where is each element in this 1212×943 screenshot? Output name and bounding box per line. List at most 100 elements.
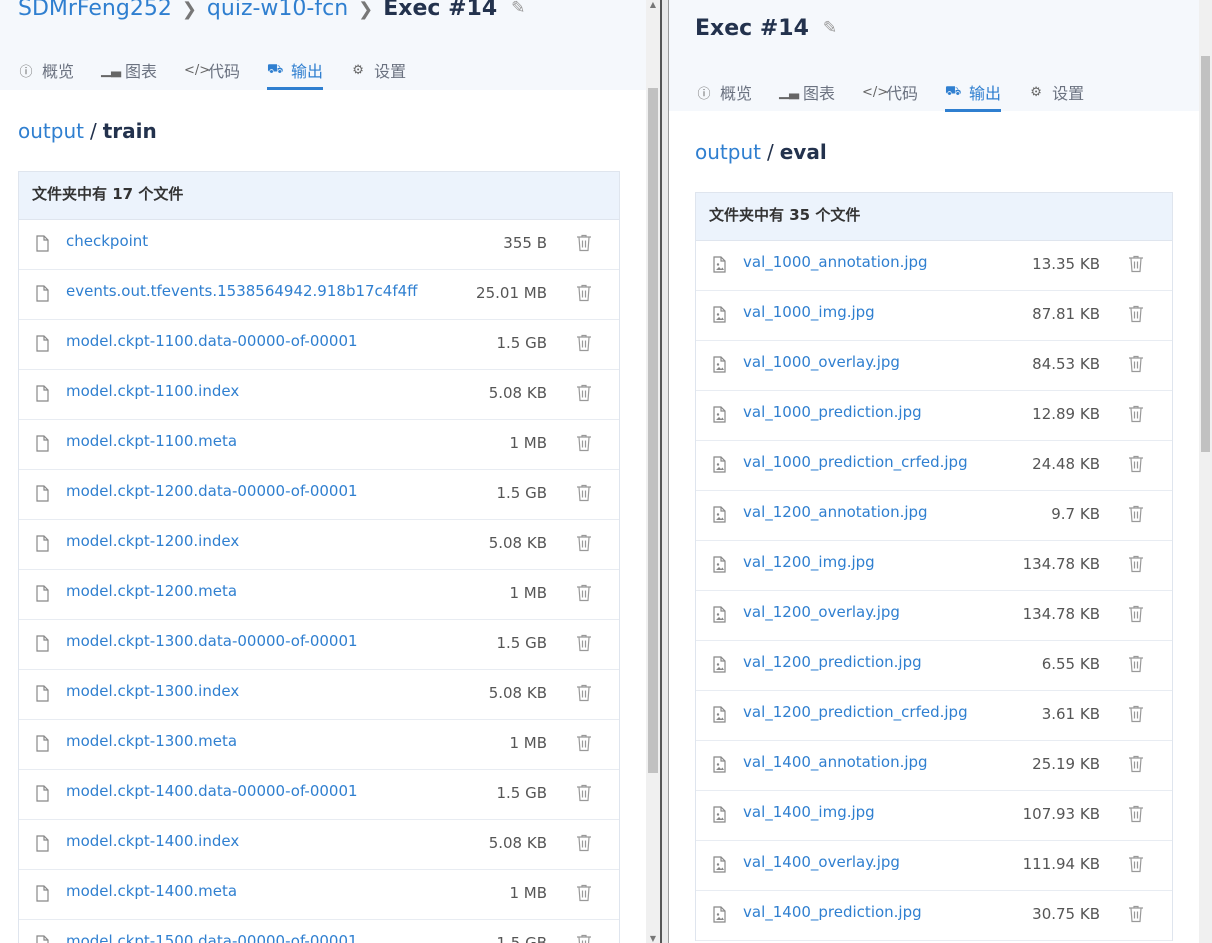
- tab-info[interactable]: ⓘ 概览: [696, 72, 752, 112]
- trash-icon[interactable]: [1128, 405, 1144, 423]
- file-row: model.ckpt-1200.meta 1 MB: [19, 570, 619, 620]
- trash-icon[interactable]: [576, 884, 592, 902]
- file-row: model.ckpt-1300.data-00000-of-00001 1.5 G…: [19, 620, 619, 670]
- tab-chart[interactable]: ▁▃ 图表: [779, 72, 835, 112]
- pencil-icon[interactable]: ✎: [823, 18, 837, 38]
- image-file-icon: [713, 306, 726, 323]
- trash-icon[interactable]: [576, 684, 592, 702]
- trash-icon[interactable]: [1128, 505, 1144, 523]
- trash-icon[interactable]: [576, 334, 592, 352]
- file-name-link[interactable]: val_1400_annotation.jpg: [743, 753, 928, 771]
- trash-icon[interactable]: [1128, 605, 1144, 623]
- file-name-link[interactable]: val_1000_overlay.jpg: [743, 353, 900, 371]
- file-name-link[interactable]: model.ckpt-1100.meta: [66, 432, 237, 450]
- trash-icon[interactable]: [576, 834, 592, 852]
- trash-icon[interactable]: [1128, 855, 1144, 873]
- scroll-down-arrow-icon[interactable]: ▼: [646, 934, 660, 943]
- right-scrollbar[interactable]: [1199, 0, 1212, 943]
- path-root-link[interactable]: output: [695, 140, 761, 164]
- path-current: train: [102, 119, 157, 143]
- file-name-link[interactable]: model.ckpt-1100.index: [66, 382, 239, 400]
- scroll-up-arrow-icon[interactable]: ▲: [646, 0, 660, 9]
- file-name-link[interactable]: val_1200_annotation.jpg: [743, 503, 928, 521]
- file-name-link[interactable]: model.ckpt-1300.index: [66, 682, 239, 700]
- tab-truck[interactable]: ⛟ 输出: [945, 72, 1002, 112]
- split-divider[interactable]: [660, 0, 669, 943]
- file-name-link[interactable]: val_1000_annotation.jpg: [743, 253, 928, 271]
- trash-icon[interactable]: [576, 734, 592, 752]
- file-name-link[interactable]: val_1200_prediction.jpg: [743, 653, 922, 671]
- file-row: val_1200_annotation.jpg 9.7 KB: [696, 491, 1172, 541]
- file-icon: [36, 685, 49, 702]
- trash-icon[interactable]: [1128, 255, 1144, 273]
- trash-icon[interactable]: [1128, 455, 1144, 473]
- trash-icon[interactable]: [576, 784, 592, 802]
- file-name-link[interactable]: val_1200_overlay.jpg: [743, 603, 900, 621]
- file-name-link[interactable]: val_1200_img.jpg: [743, 553, 875, 571]
- trash-icon[interactable]: [1128, 655, 1144, 673]
- file-row: val_1400_overlay.jpg 111.94 KB: [696, 841, 1172, 891]
- file-icon: [36, 535, 49, 552]
- trash-icon[interactable]: [576, 634, 592, 652]
- tab-code[interactable]: </> 代码: [862, 72, 918, 112]
- file-name-link[interactable]: val_1200_prediction_crfed.jpg: [743, 703, 968, 721]
- file-name-link[interactable]: events.out.tfevents.1538564942.918b17c4f…: [66, 282, 418, 300]
- trash-icon[interactable]: [576, 284, 592, 302]
- file-size: 1.5 GB: [496, 484, 547, 502]
- file-icon: [36, 485, 49, 502]
- image-file-icon: [713, 556, 726, 573]
- file-name-link[interactable]: model.ckpt-1200.index: [66, 532, 239, 550]
- pencil-icon[interactable]: ✎: [511, 0, 525, 18]
- file-name-link[interactable]: model.ckpt-1300.data-00000-of-00001: [66, 632, 358, 650]
- file-row: val_1000_prediction.jpg 12.89 KB: [696, 391, 1172, 441]
- path-root-link[interactable]: output: [18, 119, 84, 143]
- trash-icon[interactable]: [576, 584, 592, 602]
- scrollbar-thumb[interactable]: [1201, 56, 1210, 452]
- tab-gear[interactable]: ⚙ 设置: [350, 50, 406, 90]
- code-icon: </>: [862, 84, 889, 100]
- file-name-link[interactable]: val_1000_img.jpg: [743, 303, 875, 321]
- file-name-link[interactable]: model.ckpt-1400.data-00000-of-00001: [66, 782, 358, 800]
- trash-icon[interactable]: [576, 484, 592, 502]
- file-name-link[interactable]: model.ckpt-1200.data-00000-of-00001: [66, 482, 358, 500]
- file-size: 5.08 KB: [488, 534, 547, 552]
- trash-icon[interactable]: [576, 384, 592, 402]
- trash-icon[interactable]: [576, 234, 592, 252]
- tab-gear[interactable]: ⚙ 设置: [1028, 72, 1084, 112]
- file-name-link[interactable]: val_1000_prediction_crfed.jpg: [743, 453, 968, 471]
- trash-icon[interactable]: [1128, 555, 1144, 573]
- folder-path: output / eval: [695, 140, 827, 164]
- file-name-link[interactable]: model.ckpt-1200.meta: [66, 582, 237, 600]
- trash-icon[interactable]: [1128, 705, 1144, 723]
- file-name-link[interactable]: model.ckpt-1400.index: [66, 832, 239, 850]
- file-list: 文件夹中有 17 个文件 checkpoint 355 B events.out.t…: [18, 171, 620, 943]
- file-size: 111.94 KB: [1022, 855, 1100, 873]
- breadcrumb-user-link[interactable]: SDMrFeng252: [18, 0, 172, 21]
- file-size: 5.08 KB: [488, 684, 547, 702]
- left-scrollbar[interactable]: ▲ ▼: [646, 0, 660, 943]
- scrollbar-thumb[interactable]: [648, 88, 658, 773]
- file-name-link[interactable]: val_1400_img.jpg: [743, 803, 875, 821]
- trash-icon[interactable]: [1128, 805, 1144, 823]
- trash-icon[interactable]: [1128, 755, 1144, 773]
- trash-icon[interactable]: [1128, 355, 1144, 373]
- file-name-link[interactable]: val_1400_overlay.jpg: [743, 853, 900, 871]
- file-name-link[interactable]: val_1000_prediction.jpg: [743, 403, 922, 421]
- file-name-link[interactable]: model.ckpt-1100.data-00000-of-00001: [66, 332, 358, 350]
- file-name-link[interactable]: val_1400_prediction.jpg: [743, 903, 922, 921]
- trash-icon[interactable]: [576, 934, 592, 943]
- tab-info[interactable]: ⓘ 概览: [18, 50, 74, 90]
- tab-truck[interactable]: ⛟ 输出: [267, 50, 324, 90]
- file-name-link[interactable]: model.ckpt-1300.meta: [66, 732, 237, 750]
- trash-icon[interactable]: [1128, 905, 1144, 923]
- trash-icon[interactable]: [576, 434, 592, 452]
- file-row: model.ckpt-1400.index 5.08 KB: [19, 820, 619, 870]
- tab-code[interactable]: </> 代码: [184, 50, 240, 90]
- trash-icon[interactable]: [1128, 305, 1144, 323]
- file-name-link[interactable]: checkpoint: [66, 232, 148, 250]
- trash-icon[interactable]: [576, 534, 592, 552]
- breadcrumb-project-link[interactable]: quiz-w10-fcn: [207, 0, 348, 21]
- file-name-link[interactable]: model.ckpt-1500.data-00000-of-00001: [66, 932, 358, 943]
- file-name-link[interactable]: model.ckpt-1400.meta: [66, 882, 237, 900]
- tab-chart[interactable]: ▁▃ 图表: [101, 50, 157, 90]
